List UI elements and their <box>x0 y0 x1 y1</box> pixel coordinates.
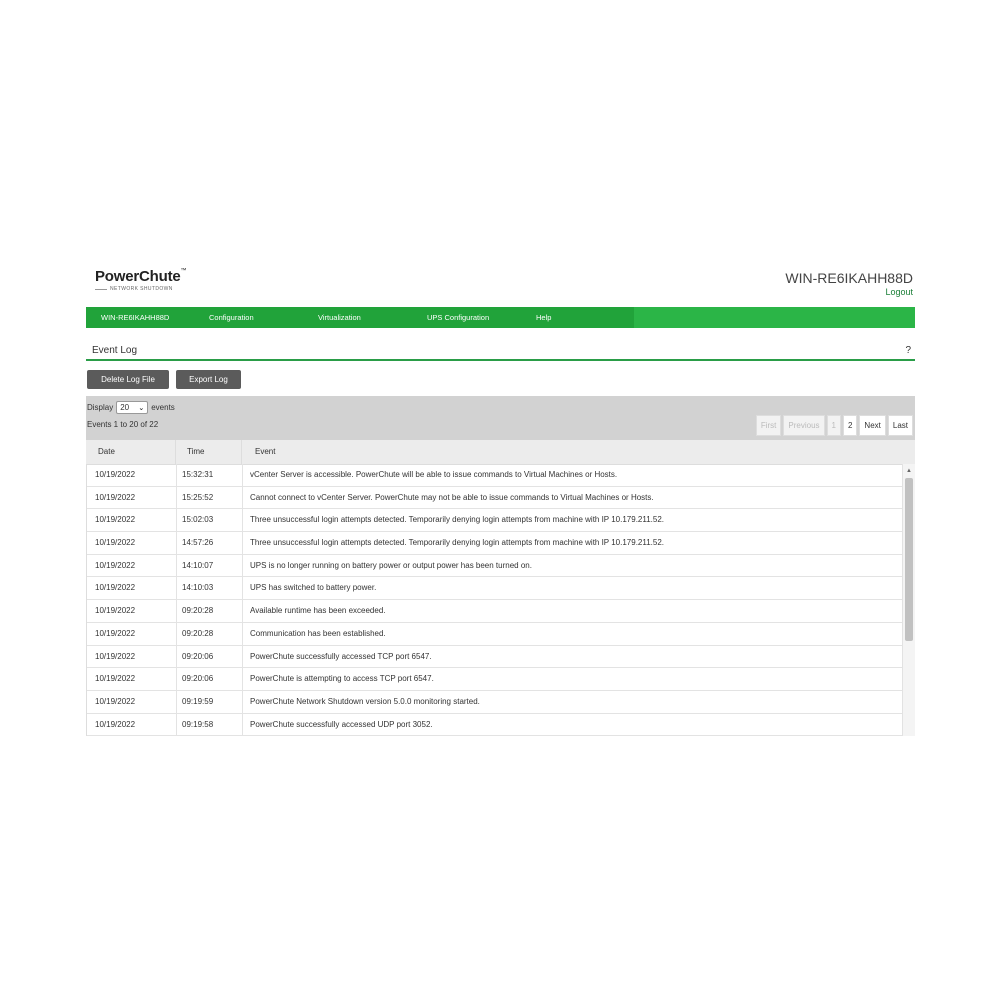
page-1-button[interactable]: 1 <box>826 415 841 436</box>
cell-time: 09:20:06 <box>176 668 242 691</box>
column-header-time[interactable]: Time <box>175 440 241 464</box>
table-row: 10/19/2022 09:19:58 PowerChute successfull… <box>87 713 903 736</box>
brand-subtitle-text: NETWORK SHUTDOWN <box>110 286 173 292</box>
export-log-button[interactable]: Export Log <box>176 370 241 389</box>
cell-time: 14:10:03 <box>176 577 242 601</box>
display-count-row: Display 20 ⌄ events <box>87 401 175 414</box>
scroll-thumb[interactable] <box>905 478 913 641</box>
cell-event: Available runtime has been exceeded. <box>242 600 903 623</box>
cell-time: 09:20:06 <box>176 645 242 669</box>
nav-item-virtualization[interactable]: Virtualization <box>318 313 361 322</box>
cell-date: 10/19/2022 <box>95 515 136 525</box>
pagination: First Previous 1 2 Next Last <box>755 415 913 436</box>
display-suffix: events <box>151 403 175 412</box>
cell-event: Communication has been established. <box>242 622 903 646</box>
brand-trademark: ™ <box>180 268 187 274</box>
nav-item-help[interactable]: Help <box>536 313 551 322</box>
main-nav: WIN-RE6IKAHH88D Configuration Virtualiza… <box>86 307 915 328</box>
log-controls-panel: Display 20 ⌄ events Events 1 to 20 of 22… <box>86 396 915 440</box>
column-header-date[interactable]: Date <box>86 440 175 464</box>
cell-event: UPS is no longer running on battery powe… <box>242 554 903 578</box>
brand-name: PowerChute™ <box>95 268 187 285</box>
nav-item-ups-configuration[interactable]: UPS Configuration <box>427 313 489 322</box>
cell-event: UPS has switched to battery power. <box>242 577 903 601</box>
nav-item-configuration[interactable]: Configuration <box>209 313 254 322</box>
display-count-value: 20 <box>120 403 130 412</box>
table-row: 10/19/2022 15:32:31 vCenter Server is acce… <box>87 464 903 487</box>
cell-date: 10/19/2022 <box>95 674 136 684</box>
column-header-event[interactable]: Event <box>241 440 915 464</box>
table-row: 10/19/2022 14:10:07 UPS is no longer runni… <box>87 554 903 578</box>
brand-line <box>95 288 107 290</box>
display-label: Display <box>87 403 114 412</box>
cell-event: Three unsuccessful login attempts detect… <box>242 532 903 555</box>
page-title-bar: Event Log ? <box>86 338 915 361</box>
cell-event: Cannot connect to vCenter Server. PowerC… <box>242 486 903 510</box>
cell-time: 09:20:28 <box>176 600 242 623</box>
cell-time: 15:25:52 <box>176 486 242 510</box>
page-last-button[interactable]: Last <box>887 415 913 436</box>
cell-time: 14:10:07 <box>176 554 242 578</box>
cell-date: 10/19/2022 <box>95 560 136 570</box>
cell-time: 09:19:58 <box>176 713 242 736</box>
table-row: 10/19/2022 09:20:28 Communication has been… <box>87 622 903 646</box>
event-table-body: 10/19/2022 15:32:31 vCenter Server is acce… <box>86 464 903 736</box>
cell-date: 10/19/2022 <box>95 538 136 548</box>
table-row: 10/19/2022 14:10:03 UPS has switched to ba… <box>87 577 903 601</box>
page-2-button[interactable]: 2 <box>842 415 858 436</box>
powerchute-app: PowerChute™ NETWORK SHUTDOWN WIN-RE6IKAH… <box>86 262 915 736</box>
table-row: 10/19/2022 15:25:52 Cannot connect to vCen… <box>87 486 903 510</box>
nav-item-host[interactable]: WIN-RE6IKAHH88D <box>101 313 169 322</box>
cell-date: 10/19/2022 <box>95 696 136 706</box>
cell-date: 10/19/2022 <box>95 719 136 729</box>
table-row: 10/19/2022 15:02:03 Three unsuccessful log… <box>87 509 903 533</box>
table-row: 10/19/2022 09:20:28 Available runtime has … <box>87 600 903 623</box>
cell-time: 09:20:28 <box>176 622 242 646</box>
display-count-select[interactable]: 20 ⌄ <box>116 401 149 414</box>
powerchute-logo: PowerChute™ NETWORK SHUTDOWN <box>95 268 187 292</box>
page-previous-button[interactable]: Previous <box>783 415 825 436</box>
table-row: 10/19/2022 09:20:06 PowerChute is attempti… <box>87 668 903 691</box>
cell-date: 10/19/2022 <box>95 492 136 502</box>
events-summary: Events 1 to 20 of 22 <box>87 420 159 429</box>
table-header: Date Time Event <box>86 440 915 465</box>
delete-log-file-button[interactable]: Delete Log File <box>87 370 169 389</box>
cell-event: PowerChute successfully accessed TCP por… <box>242 645 903 669</box>
host-name: WIN-RE6IKAHH88D <box>785 270 913 286</box>
cell-event: PowerChute is attempting to access TCP p… <box>242 668 903 691</box>
cell-date: 10/19/2022 <box>95 470 136 479</box>
page-first-button[interactable]: First <box>755 415 782 436</box>
table-scrollbar[interactable]: ▲ <box>902 464 915 736</box>
cell-event: vCenter Server is accessible. PowerChute… <box>242 464 903 487</box>
cell-time: 15:02:03 <box>176 509 242 533</box>
brand-subtitle: NETWORK SHUTDOWN <box>95 286 186 292</box>
cell-time: 15:32:31 <box>176 464 242 487</box>
page-title: Event Log <box>92 345 138 356</box>
scroll-up-icon[interactable]: ▲ <box>903 466 915 476</box>
table-row: 10/19/2022 14:57:26 Three unsuccessful log… <box>87 532 903 555</box>
chevron-down-icon: ⌄ <box>138 404 145 412</box>
page-next-button[interactable]: Next <box>859 415 886 436</box>
cell-time: 09:19:59 <box>176 690 242 714</box>
cell-event: PowerChute successfully accessed UDP por… <box>242 713 903 736</box>
cell-event: Three unsuccessful login attempts detect… <box>242 509 903 533</box>
brand-name-text: PowerChute <box>95 268 181 285</box>
nav-filler <box>634 307 915 328</box>
logout-link[interactable]: Logout <box>885 287 913 297</box>
cell-date: 10/19/2022 <box>95 628 136 638</box>
cell-time: 14:57:26 <box>176 532 242 555</box>
cell-event: PowerChute Network Shutdown version 5.0.… <box>242 690 903 714</box>
cell-date: 10/19/2022 <box>95 583 136 593</box>
table-row: 10/19/2022 09:19:59 PowerChute Network Shu… <box>87 690 903 714</box>
table-row: 10/19/2022 09:20:06 PowerChute successfull… <box>87 645 903 669</box>
cell-date: 10/19/2022 <box>95 651 136 661</box>
cell-date: 10/19/2022 <box>95 606 136 616</box>
help-icon[interactable]: ? <box>905 345 911 356</box>
